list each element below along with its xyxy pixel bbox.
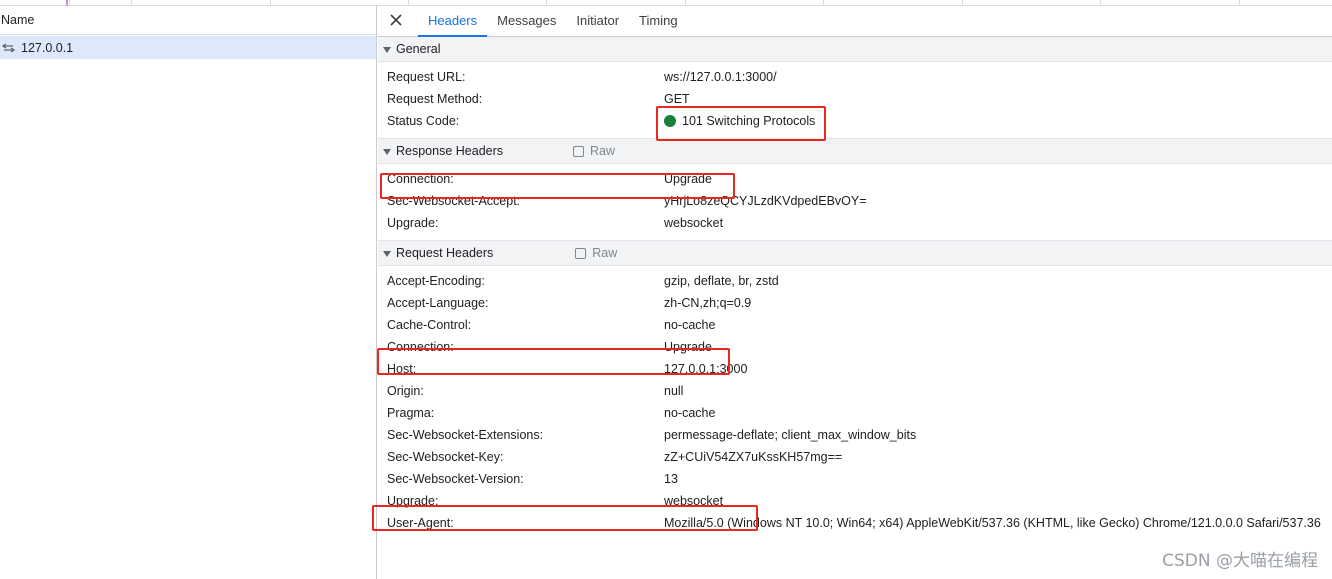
header-row: Connection: Upgrade bbox=[378, 168, 1332, 190]
raw-checkbox[interactable] bbox=[573, 145, 585, 157]
header-key: Connection: bbox=[387, 172, 454, 186]
status-code-value: 101 Switching Protocols bbox=[664, 114, 815, 128]
tab-initiator[interactable]: Initiator bbox=[566, 13, 629, 36]
raw-label: Raw bbox=[590, 144, 616, 158]
header-value: Upgrade bbox=[664, 172, 712, 186]
tab-timing[interactable]: Timing bbox=[629, 13, 688, 36]
header-key: Request URL: bbox=[387, 70, 466, 84]
general-section-title: General bbox=[396, 42, 441, 56]
header-value: permessage-deflate; client_max_window_bi… bbox=[664, 428, 917, 442]
header-value: GET bbox=[664, 92, 690, 106]
raw-checkbox[interactable] bbox=[575, 247, 587, 259]
header-value: 13 bbox=[664, 472, 678, 486]
header-row: Accept-Encoding: gzip, deflate, br, zstd bbox=[378, 270, 1332, 292]
response-headers-section-header[interactable]: Response Headers Raw bbox=[378, 139, 1332, 164]
header-value: null bbox=[664, 384, 684, 398]
header-row: Origin: null bbox=[378, 380, 1332, 402]
general-section-body: Request URL: ws://127.0.0.1:3000/ Reques… bbox=[378, 62, 1332, 139]
general-section-header[interactable]: General bbox=[378, 37, 1332, 62]
raw-label: Raw bbox=[592, 246, 618, 260]
header-row: Connection: Upgrade bbox=[378, 336, 1332, 358]
header-key: Status Code: bbox=[387, 114, 460, 128]
header-row: User-Agent: Mozilla/5.0 (Windows NT 10.0;… bbox=[378, 512, 1332, 534]
header-key: Pragma: bbox=[387, 406, 435, 420]
name-column-label: Name bbox=[1, 13, 35, 27]
header-row: Sec-Websocket-Version: 13 bbox=[378, 468, 1332, 490]
request-raw-toggle[interactable]: Raw bbox=[575, 246, 617, 260]
header-key: Sec-Websocket-Key: bbox=[387, 450, 504, 464]
header-key: Upgrade: bbox=[387, 216, 439, 230]
header-value: ws://127.0.0.1:3000/ bbox=[664, 70, 777, 84]
header-key: Accept-Encoding: bbox=[387, 274, 485, 288]
request-headers-section-header[interactable]: Request Headers Raw bbox=[378, 241, 1332, 266]
header-value: Mozilla/5.0 (Windows NT 10.0; Win64; x64… bbox=[664, 516, 1321, 530]
name-column-header[interactable]: Name bbox=[0, 6, 376, 35]
close-icon[interactable] bbox=[388, 12, 404, 28]
header-key: Origin: bbox=[387, 384, 424, 398]
websocket-arrows-icon bbox=[2, 42, 15, 53]
header-key: User-Agent: bbox=[387, 516, 454, 530]
collapse-triangle-icon bbox=[383, 148, 391, 155]
collapse-triangle-icon bbox=[383, 250, 391, 257]
header-key: Connection: bbox=[387, 340, 454, 354]
request-headers-body: Accept-Encoding: gzip, deflate, br, zstd … bbox=[378, 266, 1332, 540]
header-row: Request URL: ws://127.0.0.1:3000/ bbox=[378, 66, 1332, 88]
header-row: Accept-Language: zh-CN,zh;q=0.9 bbox=[378, 292, 1332, 314]
header-value: no-cache bbox=[664, 318, 716, 332]
header-value: zh-CN,zh;q=0.9 bbox=[664, 296, 752, 310]
collapse-triangle-icon bbox=[383, 46, 391, 53]
request-list-panel: Name 127.0.0.1 bbox=[0, 6, 377, 579]
header-row: Sec-Websocket-Extensions: permessage-defl… bbox=[378, 424, 1332, 446]
header-row: Cache-Control: no-cache bbox=[378, 314, 1332, 336]
header-row: Status Code: 101 Switching Protocols bbox=[378, 110, 1332, 132]
header-value: yHrjLo8zeQCYJLzdKVdpedEBvOY= bbox=[664, 194, 867, 208]
header-row: Sec-Websocket-Key: zZ+CUiV54ZX7uKssKH57mg… bbox=[378, 446, 1332, 468]
response-raw-toggle[interactable]: Raw bbox=[573, 144, 615, 158]
header-key: Cache-Control: bbox=[387, 318, 472, 332]
header-key: Request Method: bbox=[387, 92, 483, 106]
details-tabbar: Headers Messages Initiator Timing bbox=[378, 6, 1332, 37]
header-value: websocket bbox=[664, 216, 724, 230]
header-key: Sec-Websocket-Extensions: bbox=[387, 428, 544, 442]
header-row: Host: 127.0.0.1:3000 bbox=[378, 358, 1332, 380]
response-headers-body: Connection: Upgrade Sec-Websocket-Accept… bbox=[378, 164, 1332, 241]
request-headers-title: Request Headers bbox=[396, 246, 494, 260]
header-value: websocket bbox=[664, 494, 724, 508]
header-value: gzip, deflate, br, zstd bbox=[664, 274, 779, 288]
request-details-panel: Headers Messages Initiator Timing Genera… bbox=[378, 6, 1332, 579]
header-key: Host: bbox=[387, 362, 417, 376]
header-row: Upgrade: websocket bbox=[378, 490, 1332, 512]
watermark: CSDN @大喵在编程 bbox=[1162, 551, 1318, 571]
tab-headers[interactable]: Headers bbox=[418, 13, 488, 37]
header-row: Request Method: GET bbox=[378, 88, 1332, 110]
request-row-selected[interactable]: 127.0.0.1 bbox=[0, 36, 376, 59]
status-code-text: 101 Switching Protocols bbox=[682, 114, 816, 128]
header-key: Sec-Websocket-Version: bbox=[387, 472, 524, 486]
header-value: 127.0.0.1:3000 bbox=[664, 362, 748, 376]
header-row: Upgrade: websocket bbox=[378, 212, 1332, 234]
header-row: Sec-Websocket-Accept: yHrjLo8zeQCYJLzdKV… bbox=[378, 190, 1332, 212]
tab-messages[interactable]: Messages bbox=[487, 13, 566, 36]
request-label: 127.0.0.1 bbox=[21, 40, 74, 55]
header-value: no-cache bbox=[664, 406, 716, 420]
header-value: Upgrade bbox=[664, 340, 712, 354]
status-ok-icon bbox=[664, 115, 676, 127]
header-value: zZ+CUiV54ZX7uKssKH57mg== bbox=[664, 450, 843, 464]
header-row: Pragma: no-cache bbox=[378, 402, 1332, 424]
header-key: Sec-Websocket-Accept: bbox=[387, 194, 521, 208]
header-key: Accept-Language: bbox=[387, 296, 489, 310]
response-headers-title: Response Headers bbox=[396, 144, 504, 158]
header-key: Upgrade: bbox=[387, 494, 439, 508]
